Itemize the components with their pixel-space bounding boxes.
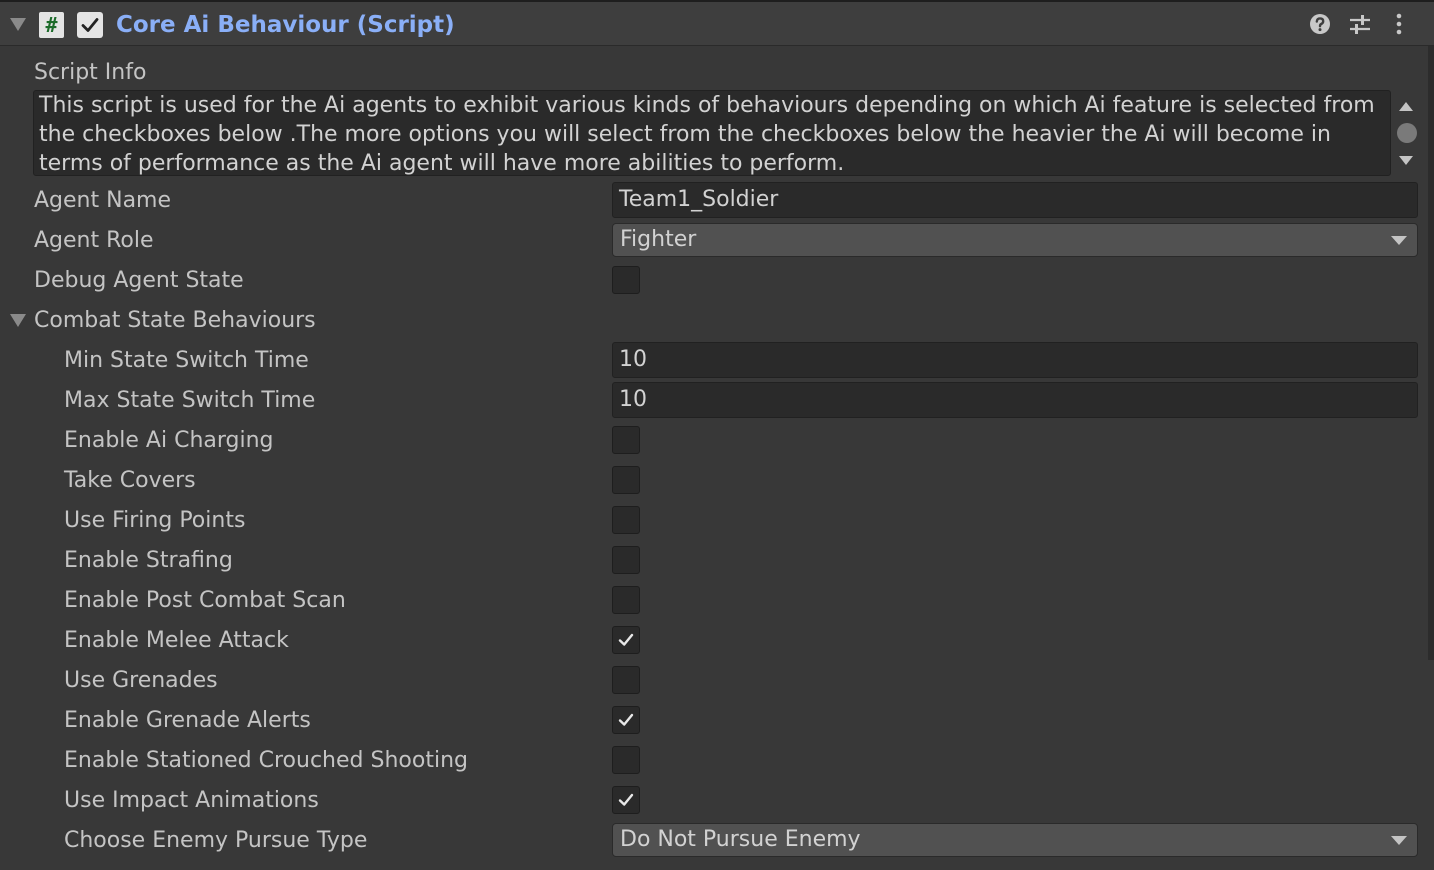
min-state-switch-time-field[interactable]: 10 (612, 342, 1418, 378)
agent-name-value: Team1_Soldier (619, 187, 779, 212)
toggle-label: Enable Ai Charging (64, 428, 274, 453)
enemy-pursue-type-dropdown[interactable]: Do Not Pursue Enemy (612, 823, 1418, 857)
inspector-scrollbar[interactable] (1428, 46, 1434, 660)
agent-role-value: Fighter (620, 227, 697, 252)
checkmark-icon (618, 793, 634, 806)
toggle-label: Enable Strafing (64, 548, 233, 573)
enemy-pursue-type-value: Do Not Pursue Enemy (620, 827, 861, 852)
toggle-checkbox[interactable] (612, 746, 640, 774)
component-header[interactable]: # Core Ai Behaviour (Script) (0, 0, 1434, 46)
chevron-down-icon (1391, 836, 1407, 845)
toggle-label: Enable Melee Attack (64, 628, 289, 653)
combat-foldout-arrow-icon[interactable] (10, 314, 26, 327)
agent-name-field[interactable]: Team1_Soldier (612, 182, 1418, 218)
max-state-switch-time-value: 10 (619, 387, 647, 412)
debug-agent-state-label: Debug Agent State (34, 268, 244, 293)
toggle-label: Enable Post Combat Scan (64, 588, 346, 613)
enemy-pursue-type-label: Choose Enemy Pursue Type (64, 828, 368, 853)
toggle-label: Enable Grenade Alerts (64, 708, 311, 733)
toggle-checkbox[interactable] (612, 786, 640, 814)
checkmark-icon (618, 713, 634, 726)
toggle-checkbox[interactable] (612, 586, 640, 614)
textarea-scroll-down-icon[interactable] (1399, 156, 1413, 165)
script-icon: # (39, 12, 64, 38)
component-foldout-arrow-icon[interactable] (10, 18, 26, 31)
min-state-switch-time-value: 10 (619, 347, 647, 372)
toggle-checkbox[interactable] (612, 626, 640, 654)
debug-agent-state-checkbox[interactable] (612, 266, 640, 294)
agent-name-label: Agent Name (34, 188, 172, 213)
agent-role-label: Agent Role (34, 228, 154, 253)
agent-role-dropdown[interactable]: Fighter (612, 223, 1418, 257)
max-state-switch-time-field[interactable]: 10 (612, 382, 1418, 418)
more-icon[interactable] (1392, 13, 1406, 39)
script-info-textarea[interactable]: This script is used for the Ai agents to… (33, 90, 1391, 176)
toggle-label: Take Covers (64, 468, 196, 493)
textarea-scroll-thumb[interactable] (1397, 123, 1417, 143)
checkmark-icon (81, 18, 99, 32)
toggle-checkbox[interactable] (612, 426, 640, 454)
component-title: Core Ai Behaviour (Script) (116, 12, 455, 38)
checkmark-icon (618, 633, 634, 646)
textarea-scroll-up-icon[interactable] (1399, 102, 1413, 111)
toggle-checkbox[interactable] (612, 506, 640, 534)
script-info-text: This script is used for the Ai agents to… (39, 93, 1375, 176)
combat-state-behaviours-label[interactable]: Combat State Behaviours (34, 307, 316, 335)
toggle-label: Enable Stationed Crouched Shooting (64, 748, 468, 773)
max-state-switch-time-label: Max State Switch Time (64, 388, 316, 413)
toggle-checkbox[interactable] (612, 666, 640, 694)
toggle-label: Use Impact Animations (64, 788, 319, 813)
component-enabled-checkbox[interactable] (77, 12, 103, 38)
toggle-label: Use Grenades (64, 668, 218, 693)
toggle-checkbox[interactable] (612, 466, 640, 494)
toggle-label: Use Firing Points (64, 508, 246, 533)
presets-icon[interactable] (1349, 13, 1371, 39)
min-state-switch-time-label: Min State Switch Time (64, 348, 309, 373)
script-info-label: Script Info (34, 60, 147, 85)
chevron-down-icon (1391, 236, 1407, 245)
toggle-checkbox[interactable] (612, 706, 640, 734)
help-icon[interactable] (1309, 13, 1331, 39)
toggle-checkbox[interactable] (612, 546, 640, 574)
